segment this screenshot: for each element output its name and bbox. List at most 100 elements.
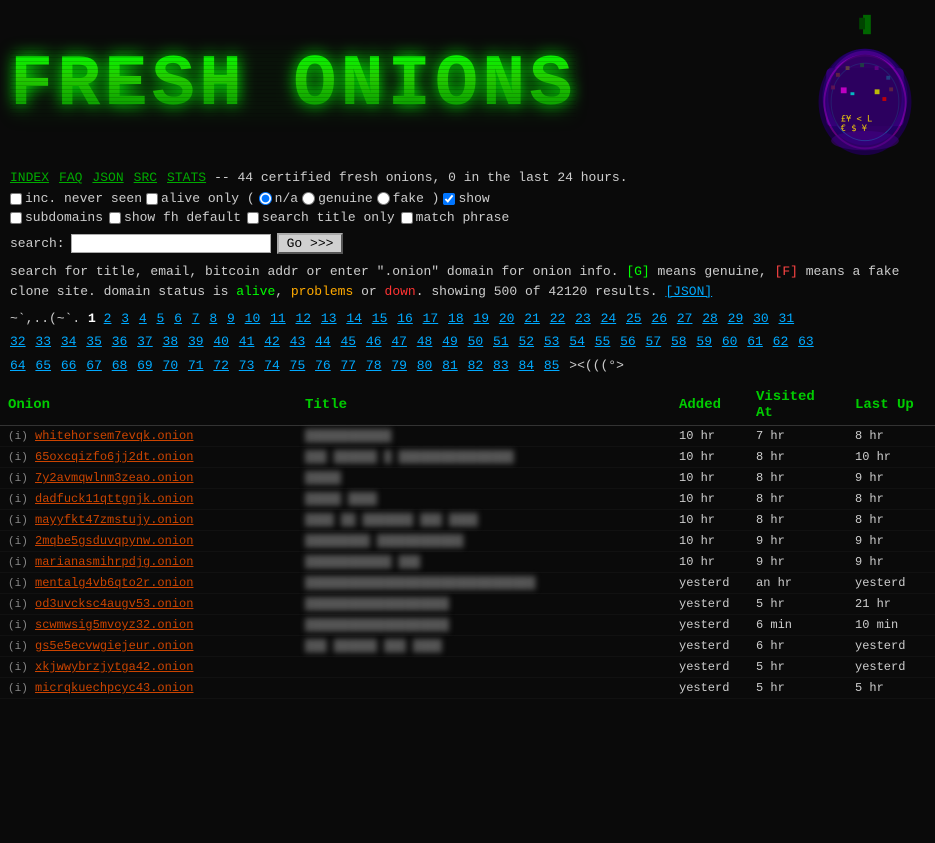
- page-37[interactable]: 37: [137, 334, 153, 349]
- onion-link[interactable]: gs5e5ecvwgiejeur.onion: [35, 639, 193, 653]
- page-66[interactable]: 66: [61, 358, 77, 373]
- onion-link[interactable]: 2mqbe5gsduvqpynw.onion: [35, 534, 193, 548]
- page-23[interactable]: 23: [575, 311, 591, 326]
- info-link[interactable]: (i): [8, 431, 28, 443]
- page-64[interactable]: 64: [10, 358, 26, 373]
- page-7[interactable]: 7: [192, 311, 200, 326]
- page-60[interactable]: 60: [722, 334, 738, 349]
- search-title-only-checkbox[interactable]: [247, 212, 259, 224]
- inc-never-seen-option[interactable]: inc. never seen: [10, 191, 142, 206]
- subdomains-checkbox[interactable]: [10, 212, 22, 224]
- page-57[interactable]: 57: [646, 334, 662, 349]
- page-76[interactable]: 76: [315, 358, 331, 373]
- page-38[interactable]: 38: [163, 334, 179, 349]
- page-34[interactable]: 34: [61, 334, 77, 349]
- page-41[interactable]: 41: [239, 334, 255, 349]
- onion-link[interactable]: od3uvcksc4augv53.onion: [35, 597, 193, 611]
- json-link[interactable]: [JSON]: [665, 284, 712, 299]
- page-78[interactable]: 78: [366, 358, 382, 373]
- page-31[interactable]: 31: [779, 311, 795, 326]
- page-83[interactable]: 83: [493, 358, 509, 373]
- onion-link[interactable]: mentalg4vb6qto2r.onion: [35, 576, 193, 590]
- page-61[interactable]: 61: [747, 334, 763, 349]
- page-8[interactable]: 8: [209, 311, 217, 326]
- onion-link[interactable]: whitehorsem7evqk.onion: [35, 429, 193, 443]
- info-link[interactable]: (i): [8, 515, 28, 527]
- page-35[interactable]: 35: [86, 334, 102, 349]
- page-47[interactable]: 47: [391, 334, 407, 349]
- page-27[interactable]: 27: [677, 311, 693, 326]
- page-51[interactable]: 51: [493, 334, 509, 349]
- onion-link[interactable]: dadfuck11qttgnjk.onion: [35, 492, 193, 506]
- show-fh-default-checkbox[interactable]: [109, 212, 121, 224]
- page-59[interactable]: 59: [696, 334, 712, 349]
- nav-stats[interactable]: STATS: [167, 170, 206, 185]
- info-link[interactable]: (i): [8, 683, 28, 695]
- page-82[interactable]: 82: [468, 358, 484, 373]
- nav-json[interactable]: JSON: [92, 170, 123, 185]
- na-radio-option[interactable]: n/a: [259, 191, 298, 206]
- page-5[interactable]: 5: [157, 311, 165, 326]
- page-53[interactable]: 53: [544, 334, 560, 349]
- nav-faq[interactable]: FAQ: [59, 170, 82, 185]
- page-73[interactable]: 73: [239, 358, 255, 373]
- page-10[interactable]: 10: [245, 311, 261, 326]
- info-link[interactable]: (i): [8, 578, 28, 590]
- page-16[interactable]: 16: [397, 311, 413, 326]
- onion-link[interactable]: mayyfkt47zmstujy.onion: [35, 513, 193, 527]
- show-checkbox[interactable]: [443, 193, 455, 205]
- page-21[interactable]: 21: [524, 311, 540, 326]
- page-68[interactable]: 68: [112, 358, 128, 373]
- page-62[interactable]: 62: [773, 334, 789, 349]
- page-45[interactable]: 45: [340, 334, 356, 349]
- page-26[interactable]: 26: [651, 311, 667, 326]
- page-81[interactable]: 81: [442, 358, 458, 373]
- page-18[interactable]: 18: [448, 311, 464, 326]
- show-fh-default-option[interactable]: show fh default: [109, 210, 241, 225]
- genuine-radio-option[interactable]: genuine: [302, 191, 373, 206]
- onion-link[interactable]: micrqkuechpcyc43.onion: [35, 681, 193, 695]
- page-13[interactable]: 13: [321, 311, 337, 326]
- match-phrase-option[interactable]: match phrase: [401, 210, 510, 225]
- page-4[interactable]: 4: [139, 311, 147, 326]
- page-63[interactable]: 63: [798, 334, 814, 349]
- fake-radio-option[interactable]: fake ): [377, 191, 440, 206]
- page-40[interactable]: 40: [213, 334, 229, 349]
- na-radio[interactable]: [259, 192, 272, 205]
- page-43[interactable]: 43: [290, 334, 306, 349]
- page-29[interactable]: 29: [728, 311, 744, 326]
- page-74[interactable]: 74: [264, 358, 280, 373]
- search-button[interactable]: Go >>>: [277, 233, 344, 254]
- page-54[interactable]: 54: [569, 334, 585, 349]
- show-option[interactable]: show: [443, 191, 489, 206]
- page-56[interactable]: 56: [620, 334, 636, 349]
- page-84[interactable]: 84: [518, 358, 534, 373]
- inc-never-seen-checkbox[interactable]: [10, 193, 22, 205]
- page-17[interactable]: 17: [423, 311, 439, 326]
- match-phrase-checkbox[interactable]: [401, 212, 413, 224]
- page-42[interactable]: 42: [264, 334, 280, 349]
- onion-link[interactable]: xkjwwybrzjytga42.onion: [35, 660, 193, 674]
- onion-link[interactable]: marianasmihrpdjg.onion: [35, 555, 193, 569]
- page-55[interactable]: 55: [595, 334, 611, 349]
- page-67[interactable]: 67: [86, 358, 102, 373]
- page-80[interactable]: 80: [417, 358, 433, 373]
- onion-link[interactable]: 65oxcqizfo6jj2dt.onion: [35, 450, 193, 464]
- page-28[interactable]: 28: [702, 311, 718, 326]
- page-11[interactable]: 11: [270, 311, 286, 326]
- page-49[interactable]: 49: [442, 334, 458, 349]
- info-link[interactable]: (i): [8, 599, 28, 611]
- info-link[interactable]: (i): [8, 662, 28, 674]
- info-link[interactable]: (i): [8, 536, 28, 548]
- search-input[interactable]: [71, 234, 271, 253]
- fake-radio[interactable]: [377, 192, 390, 205]
- onion-link[interactable]: 7y2avmqwlnm3zeao.onion: [35, 471, 193, 485]
- search-title-only-option[interactable]: search title only: [247, 210, 395, 225]
- page-79[interactable]: 79: [391, 358, 407, 373]
- page-3[interactable]: 3: [121, 311, 129, 326]
- info-link[interactable]: (i): [8, 494, 28, 506]
- alive-only-option[interactable]: alive only (: [146, 191, 255, 206]
- info-link[interactable]: (i): [8, 473, 28, 485]
- page-77[interactable]: 77: [340, 358, 356, 373]
- subdomains-option[interactable]: subdomains: [10, 210, 103, 225]
